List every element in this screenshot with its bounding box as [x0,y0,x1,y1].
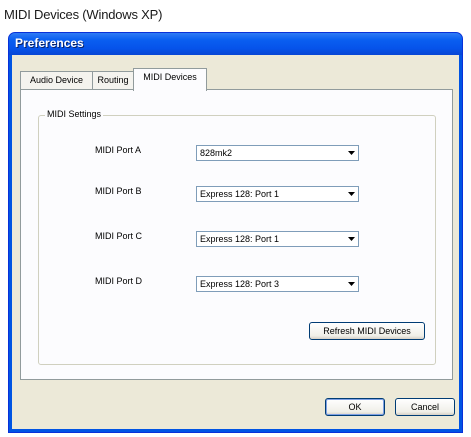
figure-caption: MIDI Devices (Windows XP) [4,7,163,22]
midi-port-a-label: MIDI Port A [95,145,142,155]
chevron-down-icon[interactable] [344,147,357,159]
title-bar[interactable]: Preferences [9,33,462,55]
midi-port-c-label: MIDI Port C [95,231,143,241]
midi-port-d-label: MIDI Port D [95,276,143,286]
tab-audio-device[interactable]: Audio Device [20,71,93,90]
cancel-button[interactable]: Cancel [395,398,455,416]
dialog-client-area: Audio Device Routing MIDI Devices MIDI S… [12,55,459,429]
tab-routing[interactable]: Routing [92,71,134,90]
chevron-down-icon[interactable] [344,278,357,290]
tab-midi-devices[interactable]: MIDI Devices [133,68,207,91]
chevron-down-icon[interactable] [344,233,357,245]
midi-port-d-select[interactable]: Express 128: Port 3 [196,276,359,292]
midi-port-c-select[interactable]: Express 128: Port 1 [196,231,359,247]
midi-port-c-value: Express 128: Port 1 [200,234,280,244]
midi-devices-panel: MIDI Settings MIDI Port A 828mk2 MIDI Po… [20,89,453,380]
window-title: Preferences [15,36,84,50]
midi-port-a-value: 828mk2 [200,148,233,158]
midi-settings-legend: MIDI Settings [45,109,104,119]
midi-port-a-select[interactable]: 828mk2 [196,145,359,161]
midi-port-b-label: MIDI Port B [95,186,142,196]
midi-settings-group: MIDI Settings MIDI Port A 828mk2 MIDI Po… [38,109,436,365]
preferences-window: Preferences Audio Device Routing MIDI De… [8,32,463,433]
midi-port-d-value: Express 128: Port 3 [200,279,280,289]
refresh-midi-devices-button[interactable]: Refresh MIDI Devices [309,322,425,340]
midi-port-b-value: Express 128: Port 1 [200,189,280,199]
ok-button[interactable]: OK [325,398,385,416]
midi-port-b-select[interactable]: Express 128: Port 1 [196,186,359,202]
chevron-down-icon[interactable] [344,188,357,200]
